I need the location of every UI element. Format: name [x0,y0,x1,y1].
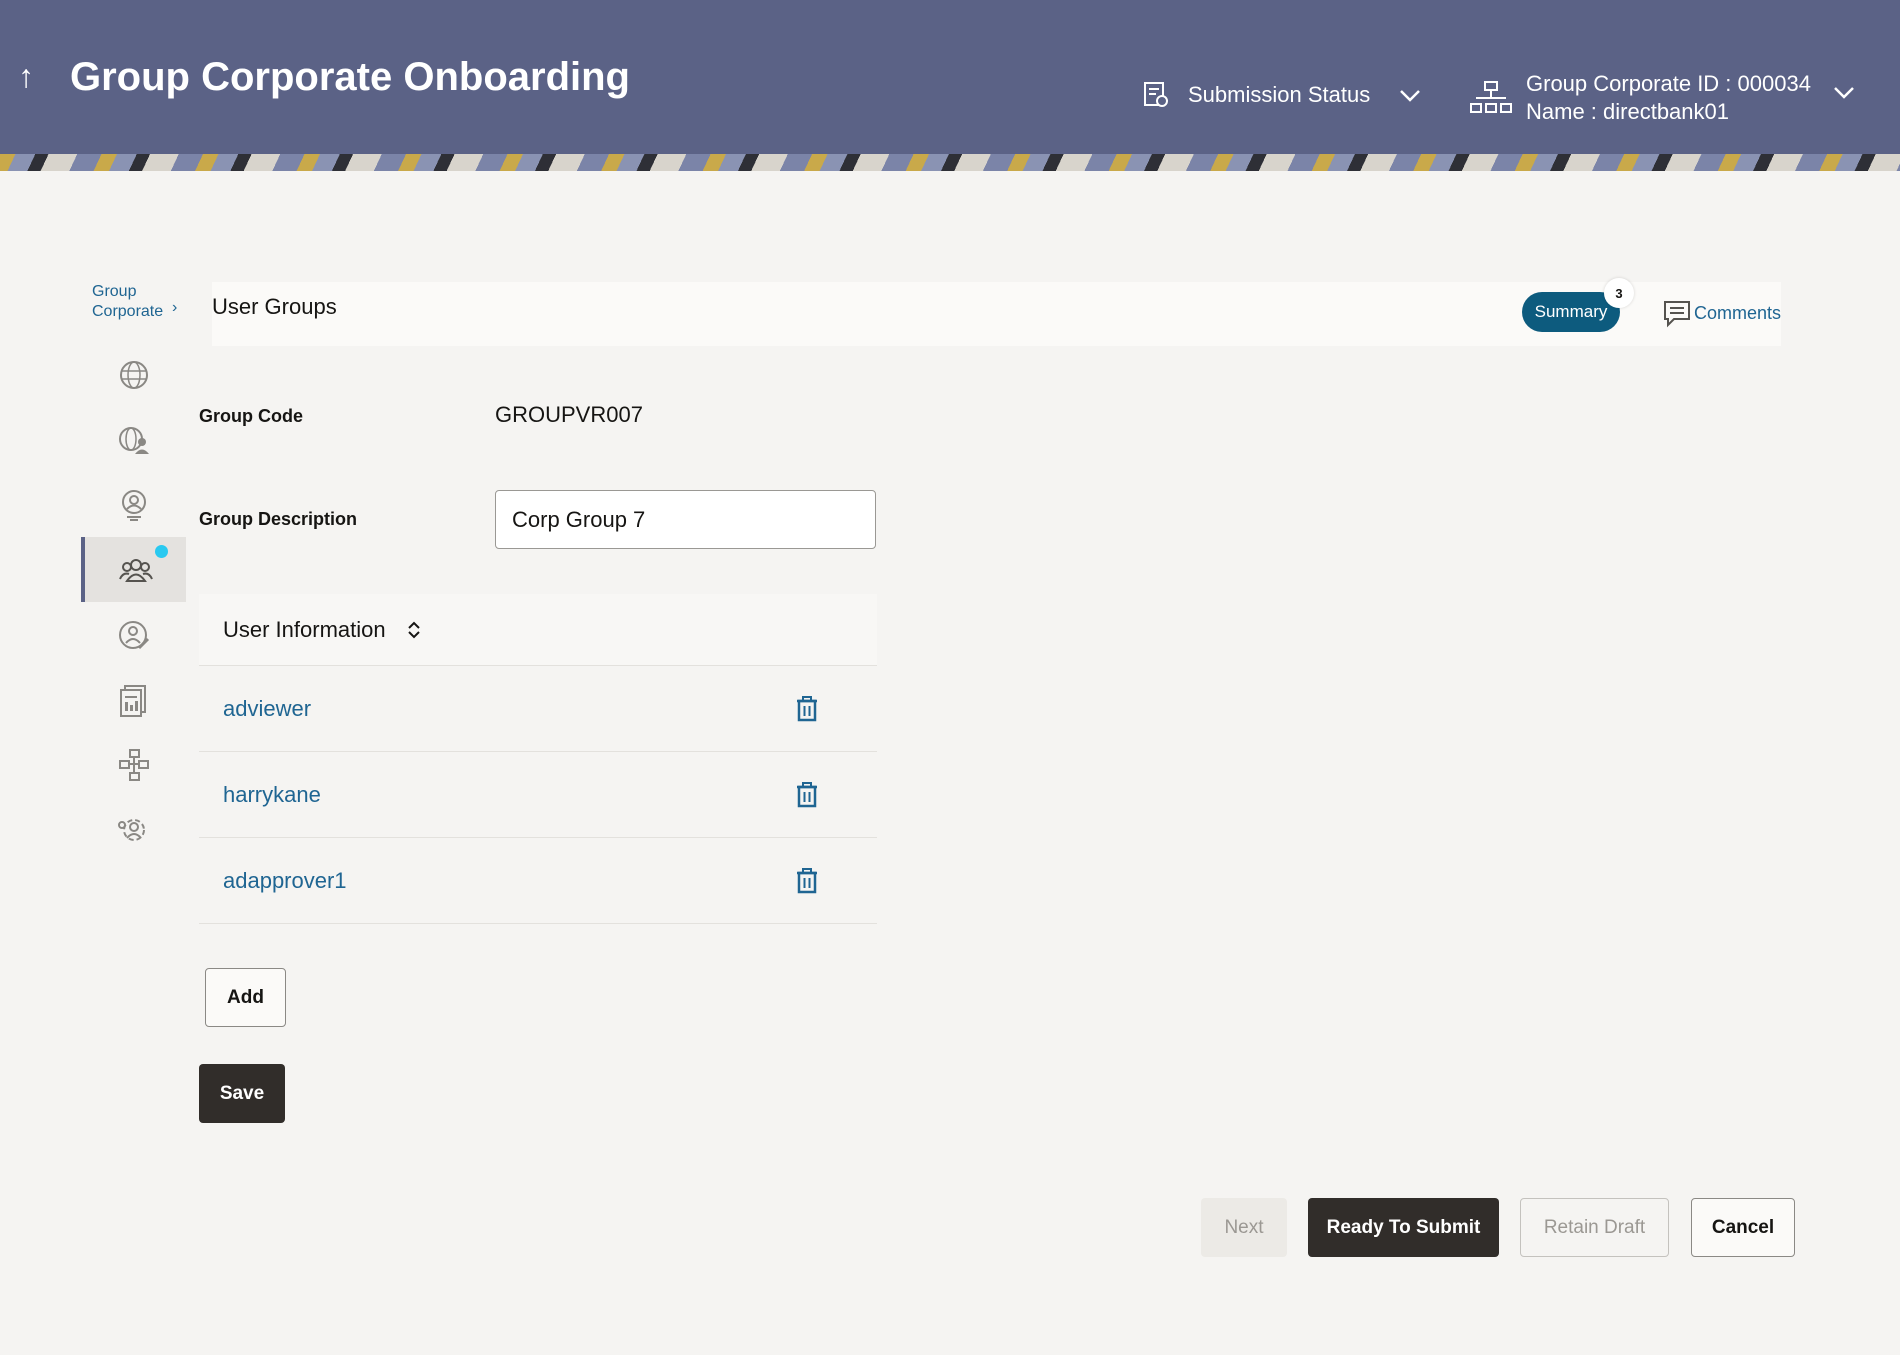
table-header[interactable]: User Information [199,594,877,666]
breadcrumb-line2: Corporate [92,303,164,320]
summary-count-badge: 3 [1604,278,1634,308]
section-title: User Groups [212,294,337,319]
workflow-icon [118,748,149,781]
user-link[interactable]: adapprover1 [223,868,347,894]
user-link[interactable]: adviewer [223,696,311,722]
user-information-table: User Information adviewer harrykane adap… [199,594,877,924]
save-button[interactable]: Save [199,1064,285,1123]
report-icon [119,684,146,717]
sort-icon [407,621,420,638]
submission-status-icon [1144,82,1168,107]
settings-users-icon [117,818,145,841]
sidebar-item-settings[interactable] [81,797,186,862]
corporate-id: Group Corporate ID : 000034 [1526,71,1811,96]
comments-link[interactable]: Comments [1662,298,1781,328]
chevron-right-icon: › [172,299,178,316]
back-arrow-icon[interactable]: ↑ [18,56,34,96]
sidebar-item-globe-users[interactable] [81,407,186,472]
chevron-down-icon [1400,90,1421,102]
trash-icon[interactable] [795,781,819,808]
user-link[interactable]: harrykane [223,782,321,808]
corporate-name: Name : directbank01 [1526,99,1729,124]
group-code-label: Group Code [199,406,303,426]
group-description-input[interactable]: Corp Group 7 [495,490,876,549]
corporate-info-dropdown[interactable]: Group Corporate ID : 000034 Name : direc… [1470,70,1854,126]
comment-icon [1664,301,1690,328]
next-button[interactable]: Next [1201,1198,1287,1257]
breadcrumb-line1: Group [92,283,137,300]
ready-to-submit-button[interactable]: Ready To Submit [1308,1198,1499,1257]
user-group-icon [118,558,153,582]
submission-status-label: Submission Status [1188,82,1371,107]
sidebar-nav [81,342,186,862]
sidebar-item-user-edit[interactable] [81,602,186,667]
user-edit-icon [118,620,149,649]
sidebar-item-globe[interactable] [81,342,186,407]
user-information-header: User Information [223,616,386,642]
trash-icon[interactable] [795,695,819,722]
breadcrumb[interactable]: Group Corporate › [92,282,177,322]
sidebar-item-user-groups[interactable] [81,537,186,602]
section-header: User Groups Summary 3 Comments [212,278,1781,346]
retain-draft-button[interactable]: Retain Draft [1520,1198,1669,1257]
table-row: adviewer [199,666,877,752]
cancel-button[interactable]: Cancel [1691,1198,1795,1257]
user-profile-icon [121,489,146,521]
table-row: harrykane [199,752,877,838]
sidebar-item-reports[interactable] [81,667,186,732]
sidebar-item-workflow[interactable] [81,732,186,797]
globe-icon [119,360,148,389]
comments-label: Comments [1694,302,1782,323]
group-description-label: Group Description [199,509,358,529]
page-header: ↑ Group Corporate Onboarding Submission … [0,0,1900,154]
group-code-value: GROUPVR007 [495,402,643,427]
submission-status-dropdown[interactable]: Submission Status [1142,80,1422,110]
active-indicator-dot [155,545,168,558]
hierarchy-icon [1470,81,1512,113]
globe-users-icon [118,426,149,454]
header-decorative-stripe [0,154,1900,171]
sidebar-item-profile[interactable] [81,472,186,537]
page-title: Group Corporate Onboarding [70,55,630,99]
table-row: adapprover1 [199,838,877,924]
chevron-down-icon [1834,87,1854,99]
trash-icon[interactable] [795,867,819,894]
add-button[interactable]: Add [205,968,286,1027]
